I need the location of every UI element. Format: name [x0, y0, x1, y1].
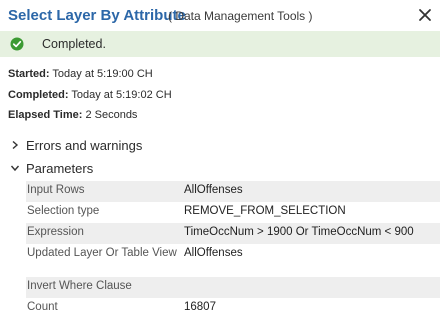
elapsed-line: Elapsed Time: 2 Seconds: [8, 109, 137, 121]
param-row-updated-layer: Updated Layer Or Table View AllOffenses: [26, 244, 440, 277]
started-value: Today at 5:19:00 CH: [52, 68, 153, 80]
param-value: AllOffenses: [184, 247, 243, 259]
param-name: Count: [27, 301, 58, 313]
param-name: Input Rows: [27, 184, 85, 196]
elapsed-label: Elapsed Time:: [8, 109, 83, 121]
completed-value: Today at 5:19:02 CH: [71, 89, 172, 101]
param-name: Selection type: [27, 205, 100, 217]
param-row-expression: Expression TimeOccNum > 1900 Or TimeOccN…: [26, 223, 440, 244]
close-icon[interactable]: [418, 8, 432, 22]
param-value: REMOVE_FROM_SELECTION: [184, 205, 346, 217]
param-row-invert-where: Invert Where Clause: [26, 277, 440, 298]
tool-title: Select Layer By Attribute: [8, 7, 186, 24]
status-text: Completed.: [42, 37, 106, 51]
param-value: TimeOccNum > 1900 Or TimeOccNum < 900: [184, 226, 414, 238]
errors-warnings-label: Errors and warnings: [26, 137, 143, 153]
parameters-table: Input Rows AllOffenses Selection type RE…: [26, 181, 440, 319]
param-row-input-rows: Input Rows AllOffenses: [26, 181, 440, 202]
completed-label: Completed:: [8, 89, 69, 101]
param-name: Expression: [27, 226, 84, 238]
parameters-section[interactable]: Parameters: [10, 159, 93, 177]
chevron-down-icon: [10, 165, 20, 172]
elapsed-value: 2 Seconds: [85, 109, 138, 121]
status-bar: Completed.: [0, 31, 440, 57]
started-label: Started:: [8, 68, 50, 80]
errors-warnings-section[interactable]: Errors and warnings: [10, 136, 142, 154]
param-value: 16807: [184, 301, 216, 313]
title-bar: Select Layer By Attribute ( Data Managem…: [0, 0, 440, 31]
check-circle-icon: [10, 37, 24, 51]
param-name: Updated Layer Or Table View: [27, 247, 177, 259]
parameters-label: Parameters: [26, 160, 94, 176]
param-name: Invert Where Clause: [27, 280, 132, 292]
param-row-selection-type: Selection type REMOVE_FROM_SELECTION: [26, 202, 440, 223]
param-row-count: Count 16807: [26, 298, 440, 319]
tool-subtitle: ( Data Management Tools ): [168, 9, 313, 23]
param-value: AllOffenses: [184, 184, 243, 196]
started-line: Started: Today at 5:19:00 CH: [8, 68, 153, 80]
completed-line: Completed: Today at 5:19:02 CH: [8, 89, 172, 101]
chevron-right-icon: [12, 140, 19, 150]
